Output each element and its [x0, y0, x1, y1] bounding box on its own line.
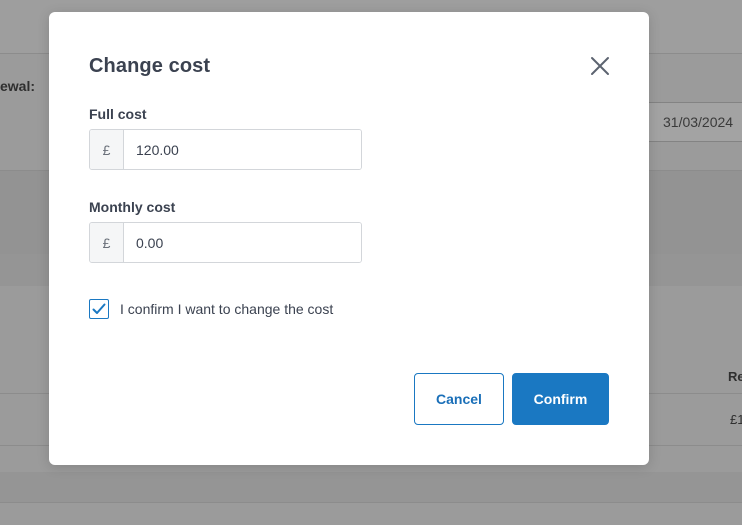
full-cost-input-group: £ — [89, 129, 362, 170]
modal-backdrop[interactable]: Change cost Full cost £ Monthly cost £ I… — [0, 0, 742, 525]
dialog-title: Change cost — [89, 55, 211, 77]
full-cost-label: Full cost — [89, 106, 147, 122]
check-icon — [92, 303, 106, 314]
currency-prefix: £ — [90, 130, 124, 169]
monthly-cost-label: Monthly cost — [89, 199, 176, 215]
confirm-button[interactable]: Confirm — [512, 373, 609, 425]
close-button[interactable] — [587, 53, 613, 79]
monthly-cost-input[interactable] — [124, 223, 361, 262]
change-cost-dialog: Change cost Full cost £ Monthly cost £ I… — [49, 12, 649, 465]
confirm-checkbox[interactable] — [89, 299, 109, 319]
full-cost-input[interactable] — [124, 130, 361, 169]
monthly-cost-input-group: £ — [89, 222, 362, 263]
confirm-checkbox-label: I confirm I want to change the cost — [120, 301, 334, 317]
confirm-checkbox-row: I confirm I want to change the cost — [89, 298, 333, 320]
close-icon — [591, 57, 609, 75]
currency-prefix: £ — [90, 223, 124, 262]
cancel-button[interactable]: Cancel — [414, 373, 504, 425]
